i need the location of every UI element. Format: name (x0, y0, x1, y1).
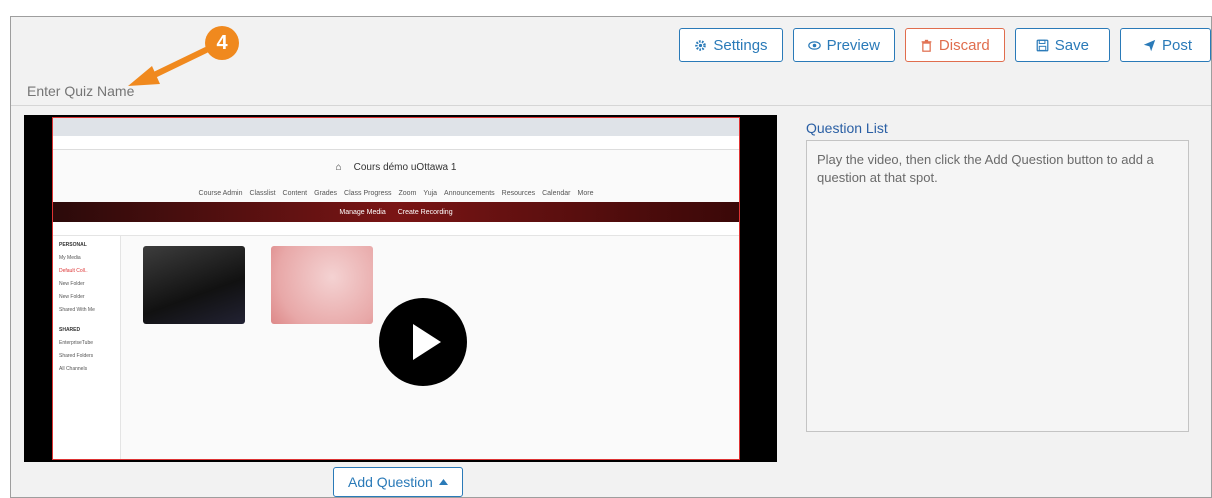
nav-item: More (577, 189, 594, 197)
question-list-panel: Play the video, then click the Add Quest… (806, 140, 1189, 432)
floppy-disk-icon (1036, 39, 1049, 51)
sidebar-item: New Folder (59, 281, 85, 287)
home-icon: ⌂ (335, 161, 342, 173)
nav-item: Announcements (444, 189, 495, 197)
add-question-button[interactable]: Add Question (333, 467, 463, 497)
sidebar-item: EnterpriseTube (59, 340, 93, 346)
nav-item: Grades (314, 189, 338, 197)
divider (11, 105, 1211, 106)
sidebar-item: Shared Folders (59, 353, 94, 359)
media-thumbnail (143, 246, 245, 324)
nav-item: Classlist (249, 189, 276, 197)
nav-item: Resources (501, 189, 536, 197)
yuja-subbar (53, 222, 739, 236)
nav-item: Content (282, 189, 308, 197)
create-recording-label: Create Recording (397, 208, 453, 216)
browser-address-bar (53, 136, 739, 150)
question-list-empty-text: Play the video, then click the Add Quest… (817, 152, 1154, 185)
save-button[interactable]: Save (1014, 28, 1110, 62)
discard-label: Discard (938, 36, 990, 54)
sidebar-item: Default Coll.. (59, 268, 88, 274)
yuja-sidebar: PERSONAL My Media Default Coll.. New Fol… (53, 236, 121, 459)
post-label: Post (1161, 36, 1192, 54)
video-site-nav: Course Admin Classlist Content Grades Cl… (53, 184, 739, 202)
sidebar-heading: SHARED (59, 327, 81, 333)
nav-item: Zoom (398, 189, 417, 197)
nav-item: Calendar (542, 189, 571, 197)
settings-label: Settings (713, 36, 768, 54)
preview-label: Preview (826, 36, 880, 54)
browser-tabs (53, 118, 739, 136)
post-button[interactable]: Post (1119, 28, 1211, 62)
gear-icon (695, 39, 707, 51)
yuja-toolbar: Manage Media Create Recording (53, 202, 739, 222)
manage-media-label: Manage Media (339, 208, 386, 216)
send-icon (1143, 39, 1156, 51)
video-site-title: ⌂ Cours démo uOttawa 1 (53, 150, 739, 184)
discard-button[interactable]: Discard (904, 28, 1005, 62)
play-icon[interactable] (379, 298, 467, 386)
video-player[interactable]: ⌂ Cours démo uOttawa 1 Course Admin Clas… (24, 115, 777, 462)
step-number-badge: 4 (205, 26, 239, 60)
sidebar-item: My Media (59, 255, 81, 261)
sidebar-item: All Channels (59, 366, 88, 372)
caret-up-icon (438, 479, 448, 485)
question-list-title: Question List (806, 120, 888, 136)
video-frame: ⌂ Cours démo uOttawa 1 Course Admin Clas… (52, 117, 740, 460)
sidebar-item: Shared With Me (59, 307, 95, 313)
media-thumbnail (271, 246, 373, 324)
settings-button[interactable]: Settings (679, 28, 783, 62)
nav-item: Course Admin (198, 189, 243, 197)
sidebar-heading: PERSONAL (59, 242, 87, 248)
preview-button[interactable]: Preview (792, 28, 895, 62)
toolbar: Settings Preview Discard Save Post (679, 28, 1211, 62)
site-title-text: Cours démo uOttawa 1 (353, 161, 457, 173)
nav-item: Class Progress (344, 189, 392, 197)
add-question-label: Add Question (348, 474, 433, 490)
sidebar-item: New Folder (59, 294, 85, 300)
trash-icon (921, 39, 932, 52)
eye-icon (807, 40, 821, 50)
save-label: Save (1054, 36, 1089, 54)
nav-item: Yuja (423, 189, 438, 197)
